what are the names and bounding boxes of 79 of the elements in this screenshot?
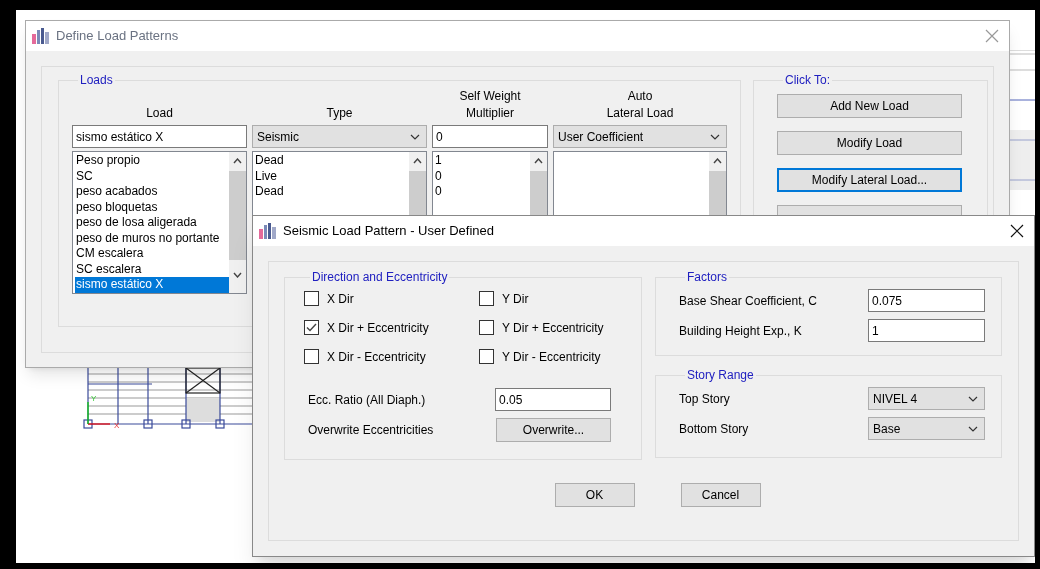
caret-up-icon[interactable] <box>534 158 543 164</box>
list-item[interactable]: CM escalera <box>75 246 229 262</box>
group-label: Story Range <box>686 367 755 384</box>
checkbox[interactable] <box>479 320 494 335</box>
checkbox[interactable] <box>479 349 494 364</box>
window-title: Define Load Patterns <box>56 27 179 46</box>
button[interactable]: Cancel <box>680 483 761 507</box>
field-label: Top Story <box>679 390 731 408</box>
checkbox-label: Y Dir - Eccentricity <box>502 348 601 366</box>
input-field[interactable]: 0.05 <box>495 388 611 411</box>
dropdown[interactable]: Base <box>868 417 985 440</box>
caret-up-icon[interactable] <box>413 158 422 164</box>
column-header: Type <box>325 105 354 122</box>
caret-down-icon[interactable] <box>233 272 242 278</box>
checkbox[interactable] <box>304 320 319 335</box>
checkbox[interactable] <box>479 291 494 306</box>
chevron-down-icon <box>968 425 978 432</box>
list-item[interactable]: peso bloquetas <box>75 199 229 215</box>
app-icon <box>259 223 277 239</box>
field-label: Building Height Exp., K <box>679 322 803 340</box>
chevron-down-icon <box>410 133 420 140</box>
input-field[interactable]: 0.075 <box>868 289 985 312</box>
list-item[interactable]: Peso propio <box>75 153 229 169</box>
dropdown[interactable]: User Coefficient <box>553 125 727 148</box>
list-item[interactable]: peso acabados <box>75 184 229 200</box>
dropdown-value: NIVEL 4 <box>873 390 918 408</box>
list-item[interactable]: sismo estático X <box>75 277 229 293</box>
dropdown-value: Seismic <box>257 128 299 146</box>
dropdown-value: Base <box>873 420 901 438</box>
list-item[interactable]: SC <box>75 168 229 184</box>
window-title: Seismic Load Pattern - User Defined <box>283 222 494 241</box>
checkbox[interactable] <box>304 349 319 364</box>
input-field[interactable]: 1 <box>868 319 985 342</box>
scrollbar-thumb[interactable] <box>229 171 246 260</box>
group-label: Click To: <box>784 72 832 89</box>
checkbox-label: X Dir <box>327 290 354 308</box>
field-label: Base Shear Coefficient, C <box>679 292 818 310</box>
close-icon[interactable] <box>1010 224 1024 238</box>
list-item[interactable]: SC escalera <box>75 261 229 277</box>
app-icon <box>32 28 50 44</box>
field-label: Bottom Story <box>679 420 750 438</box>
list-item[interactable]: 1 <box>435 153 530 169</box>
list-item[interactable]: peso de losa aligerada <box>75 215 229 231</box>
input-field[interactable]: 0 <box>432 125 548 148</box>
checkbox-label: Y Dir <box>502 290 529 308</box>
list-item[interactable]: Dead <box>255 153 409 169</box>
caret-up-icon[interactable] <box>233 158 242 164</box>
list-item[interactable]: Live <box>255 168 409 184</box>
chevron-down-icon <box>968 395 978 402</box>
field-label: Overwrite Eccentricities <box>308 422 435 439</box>
axis-label: Y <box>91 394 97 403</box>
button[interactable]: Add New Load <box>777 94 962 118</box>
dropdown[interactable]: NIVEL 4 <box>868 387 985 410</box>
button[interactable]: Modify Load <box>777 131 962 155</box>
checkbox-label: X Dir + Eccentricity <box>327 319 429 337</box>
checkbox-label: X Dir - Eccentricity <box>327 348 426 366</box>
group-label: Factors <box>686 269 728 286</box>
button[interactable]: OK <box>554 483 635 507</box>
checkbox[interactable] <box>304 291 319 306</box>
group-label: Loads <box>79 72 114 89</box>
column-header: Auto Lateral Load <box>605 89 675 122</box>
dropdown[interactable]: Seismic <box>252 125 427 148</box>
list-item[interactable]: peso de muros no portante <box>75 230 229 246</box>
caret-up-icon[interactable] <box>713 158 722 164</box>
button[interactable]: Modify Lateral Load... <box>777 168 962 192</box>
list-item[interactable]: 0 <box>435 184 530 200</box>
checkbox-label: Y Dir + Eccentricity <box>502 319 604 337</box>
field-label: Ecc. Ratio (All Diaph.) <box>308 391 427 409</box>
axis-label: X <box>114 421 120 430</box>
list-item[interactable]: 0 <box>435 168 530 184</box>
button[interactable]: Overwrite... <box>496 418 611 442</box>
list-item[interactable]: Dead <box>255 184 409 200</box>
group-label: Direction and Eccentricity <box>311 269 449 286</box>
input-field[interactable]: sismo estático X <box>72 125 247 148</box>
chevron-down-icon <box>710 133 720 140</box>
column-header: Self Weight Multiplier <box>458 89 522 122</box>
dropdown-value: User Coefficient <box>558 128 644 146</box>
check-icon <box>306 323 317 332</box>
column-header: Load <box>145 105 174 122</box>
